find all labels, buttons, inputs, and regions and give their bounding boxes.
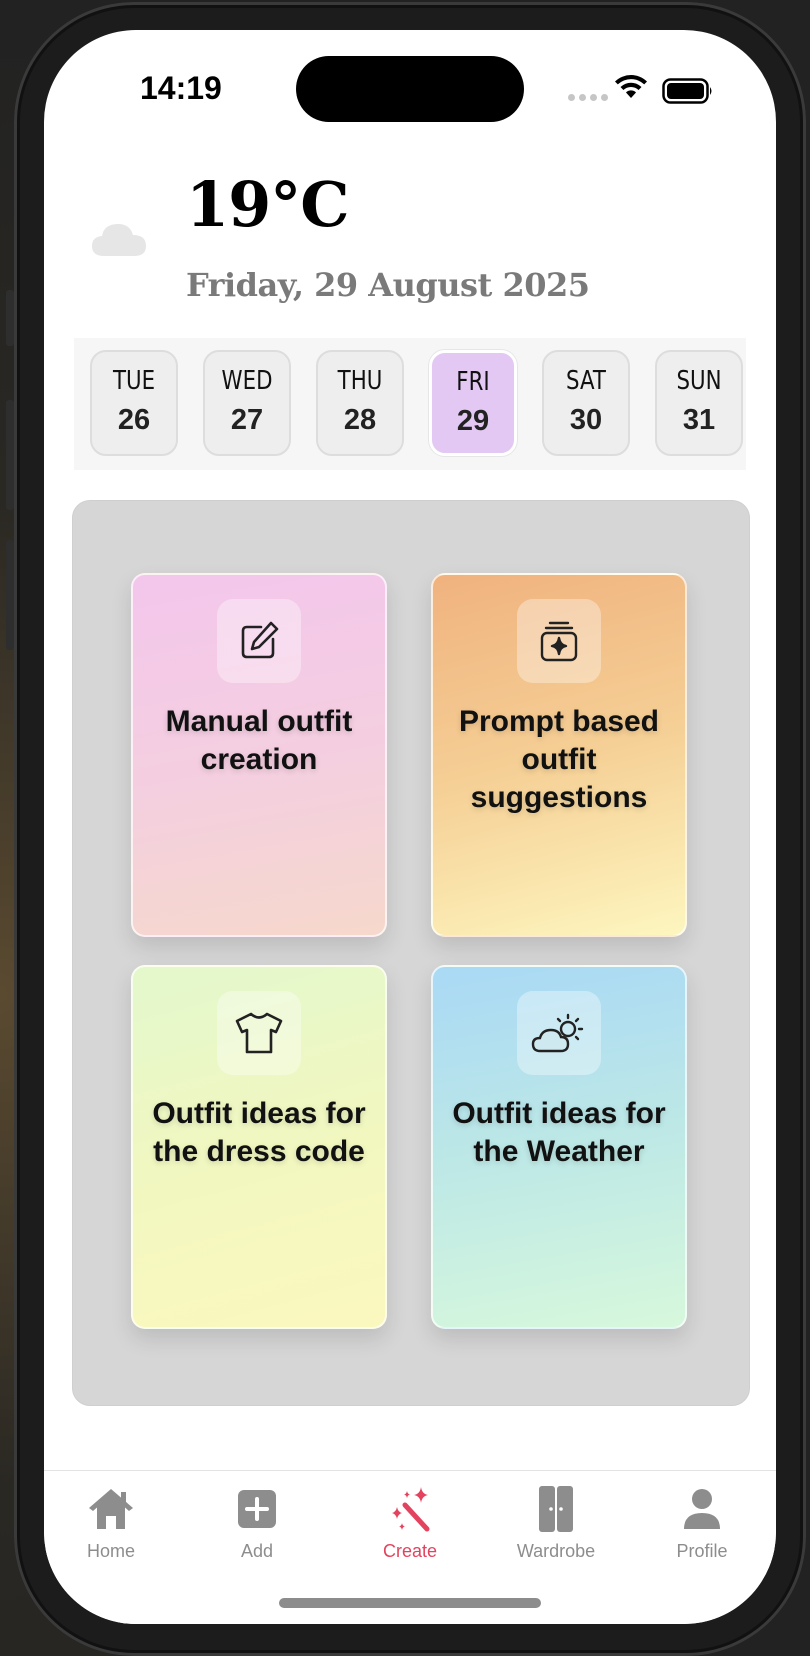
tab-label: Add [240,1541,274,1561]
house-icon [51,1483,171,1535]
day-name: WED [221,366,273,396]
tab-profile[interactable]: Profile [642,1483,762,1573]
plus-square-icon [197,1483,317,1535]
day-wed[interactable]: WED 27 [203,350,291,456]
wardrobe-icon [496,1483,616,1535]
current-date: Friday, 29 August 2025 [186,266,590,304]
tab-wardrobe[interactable]: Wardrobe [496,1483,616,1573]
edit-icon [217,599,301,683]
side-button [6,400,14,510]
dynamic-island [296,56,524,122]
card-label: Outfit ideas for the Weather [452,1097,666,1168]
temperature: 19°C [186,168,350,241]
tab-home[interactable]: Home [51,1483,171,1573]
day-name: SUN [676,366,722,396]
side-button [6,290,14,346]
sparkle-stack-icon [517,599,601,683]
day-selector: TUE 26 WED 27 THU 28 FRI 29 SAT 30 SUN 3… [74,338,746,470]
tab-label: Wardrobe [516,1541,596,1561]
prompt-suggestions-card[interactable]: Prompt based outfit suggestions [431,573,687,937]
day-name: TUE [112,366,156,396]
day-sun[interactable]: SUN 31 [655,350,743,456]
magic-wand-icon [350,1483,470,1535]
dress-code-card[interactable]: Outfit ideas for the dress code [131,965,387,1329]
manual-outfit-card[interactable]: Manual outfit creation [131,573,387,937]
day-name: SAT [566,366,606,396]
day-number: 29 [456,405,490,437]
day-tue[interactable]: TUE 26 [90,350,178,456]
day-number: 26 [117,404,151,436]
day-number: 27 [230,404,264,436]
day-thu[interactable]: THU 28 [316,350,404,456]
status-time: 14:19 [140,70,222,106]
day-fri-selected[interactable]: FRI 29 [429,350,517,456]
tab-label: Profile [676,1541,728,1561]
day-sat[interactable]: SAT 30 [542,350,630,456]
person-icon [642,1483,762,1535]
card-label: Outfit ideas for the dress code [152,1097,366,1168]
wifi-icon [614,74,648,105]
day-name: FRI [456,367,490,397]
cloud-icon [90,218,148,263]
signal-icon [568,94,608,101]
side-button [6,540,14,650]
day-name: THU [337,366,383,396]
outfit-options-panel: Manual outfit creation Prompt based outf… [72,500,750,1406]
screen: 14:19 19°C Friday, 29 August 2025 TUE 26… [44,30,776,1624]
tab-add[interactable]: Add [197,1483,317,1573]
home-indicator[interactable] [279,1598,541,1608]
card-label: Manual outfit creation [165,705,353,776]
tab-label: Home [86,1541,135,1561]
day-number: 30 [569,404,603,436]
card-label: Prompt based outfit suggestions [458,705,660,814]
tab-create[interactable]: Create [350,1483,470,1573]
battery-icon [662,78,714,109]
cloud-sun-icon [517,991,601,1075]
day-number: 28 [343,404,377,436]
day-number: 31 [682,404,716,436]
tab-label: Create [382,1541,438,1561]
weather-outfit-card[interactable]: Outfit ideas for the Weather [431,965,687,1329]
tshirt-icon [217,991,301,1075]
